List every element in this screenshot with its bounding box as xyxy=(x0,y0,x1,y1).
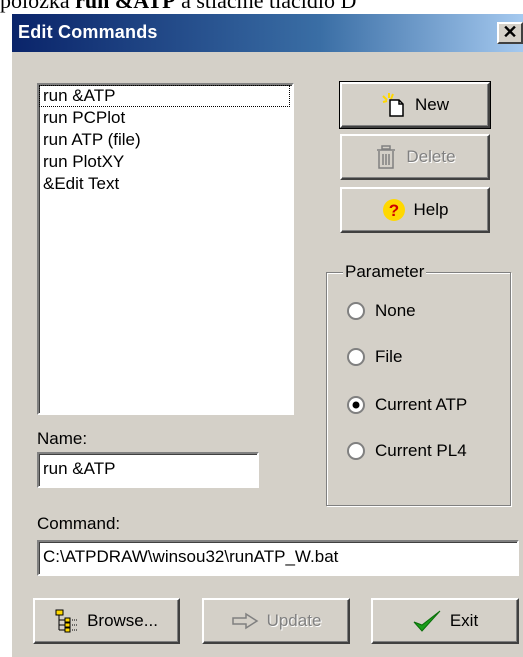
radio-current-atp[interactable]: Current ATP xyxy=(347,395,467,415)
browse-button[interactable]: Browse... xyxy=(33,598,180,644)
doc-text-suffix: a stlačme tlačidlo D xyxy=(175,0,357,13)
new-button-label: New xyxy=(414,95,449,114)
new-button[interactable]: New xyxy=(339,81,491,129)
name-input[interactable]: run &ATP xyxy=(37,452,259,488)
window-title: Edit Commands xyxy=(18,22,158,42)
svg-text:?: ? xyxy=(388,201,398,220)
radio-current-pl4[interactable]: Current PL4 xyxy=(347,441,467,461)
parameter-group-title: Parameter xyxy=(343,261,427,283)
exit-button[interactable]: Exit xyxy=(371,598,519,644)
radio-none[interactable]: None xyxy=(347,301,416,321)
doc-text-bold: run &ATP xyxy=(75,0,176,13)
new-document-icon xyxy=(381,92,407,118)
radio-file-label: File xyxy=(375,347,403,366)
command-list-item[interactable]: &Edit Text xyxy=(39,173,292,195)
trash-icon xyxy=(374,144,398,170)
help-button-label: Help xyxy=(413,200,449,219)
parameter-groupbox: Parameter None File Current ATP Current … xyxy=(326,261,511,506)
radio-current-pl4-circle xyxy=(347,442,365,460)
commands-list-items: run &ATP run PCPlot run ATP (file) run Plot… xyxy=(39,85,292,195)
update-button-label: Update xyxy=(266,611,322,630)
command-list-item[interactable]: run PCPlot xyxy=(39,107,292,129)
radio-none-label: None xyxy=(375,301,416,320)
command-input-value: C:\ATPDRAW\winsou32\runATP_W.bat xyxy=(43,547,339,566)
radio-current-atp-circle xyxy=(347,396,365,414)
command-list-item[interactable]: run PlotXY xyxy=(39,151,292,173)
doc-text-prefix: položka xyxy=(0,0,76,13)
edit-commands-dialog: Edit Commands ✕ run &ATP run PCPlot run AT… xyxy=(10,14,523,657)
radio-file[interactable]: File xyxy=(347,347,402,367)
radio-file-circle xyxy=(347,348,365,366)
command-list-item[interactable]: run ATP (file) xyxy=(39,129,292,151)
name-input-value: run &ATP xyxy=(43,459,116,478)
name-label: Name: xyxy=(37,429,88,448)
close-button[interactable]: ✕ xyxy=(497,22,523,44)
help-button[interactable]: ? Help xyxy=(340,187,490,233)
delete-button-label: Delete xyxy=(406,147,456,166)
checkmark-icon xyxy=(412,608,442,634)
arrow-right-icon xyxy=(231,612,259,630)
folder-tree-icon xyxy=(55,608,79,634)
exit-button-label: Exit xyxy=(449,611,479,630)
update-button[interactable]: Update xyxy=(202,598,350,644)
radio-none-circle xyxy=(347,302,365,320)
help-question-icon: ? xyxy=(382,198,406,222)
close-icon: ✕ xyxy=(502,22,518,42)
command-label: Command: xyxy=(37,514,121,533)
commands-listbox[interactable]: run &ATP run PCPlot run ATP (file) run Plot… xyxy=(37,83,294,415)
browse-button-label: Browse... xyxy=(87,611,158,630)
radio-current-atp-label: Current ATP xyxy=(375,395,468,414)
delete-button[interactable]: Delete xyxy=(340,134,490,180)
command-input[interactable]: C:\ATPDRAW\winsou32\runATP_W.bat xyxy=(37,540,519,576)
command-list-item[interactable]: run &ATP xyxy=(39,85,290,107)
radio-current-pl4-label: Current PL4 xyxy=(375,441,467,460)
title-bar[interactable]: Edit Commands ✕ xyxy=(12,14,523,52)
